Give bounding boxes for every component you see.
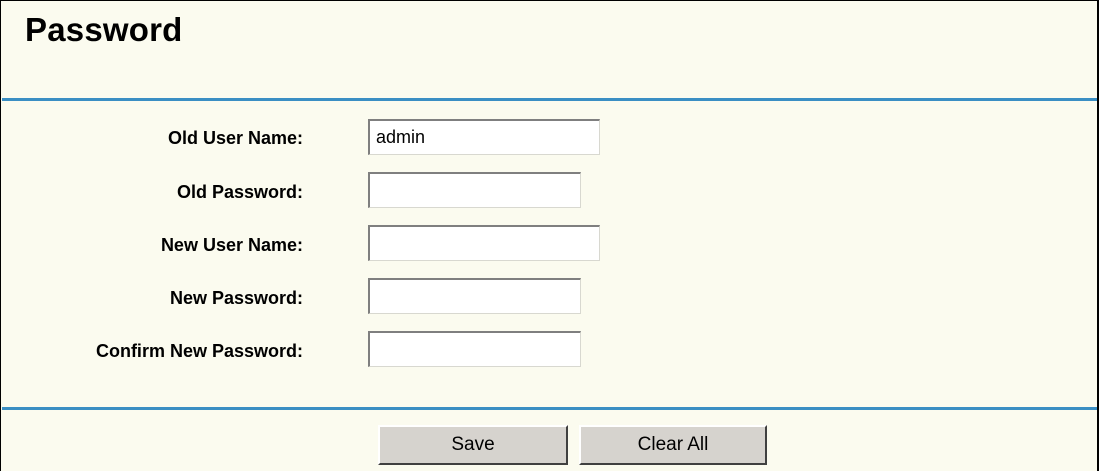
top-divider [2,98,1097,101]
bottom-divider [2,407,1097,410]
save-button[interactable]: Save [378,425,568,465]
new-password-input[interactable] [368,278,581,314]
old-password-label: Old Password: [176,182,303,202]
new-user-name-label: New User Name: [160,235,303,255]
new-password-label: New Password: [169,288,303,308]
new-user-name-input[interactable] [368,225,600,261]
page-title: Password [25,11,183,48]
confirm-new-password-input[interactable] [368,331,581,367]
confirm-new-password-label: Confirm New Password: [95,341,303,361]
old-password-input[interactable] [368,172,581,208]
clear-all-button[interactable]: Clear All [579,425,767,465]
old-user-name-label: Old User Name: [167,128,303,148]
password-settings-panel: Password Old User Name: Old Password: Ne… [0,0,1099,471]
old-user-name-input[interactable] [368,119,600,155]
